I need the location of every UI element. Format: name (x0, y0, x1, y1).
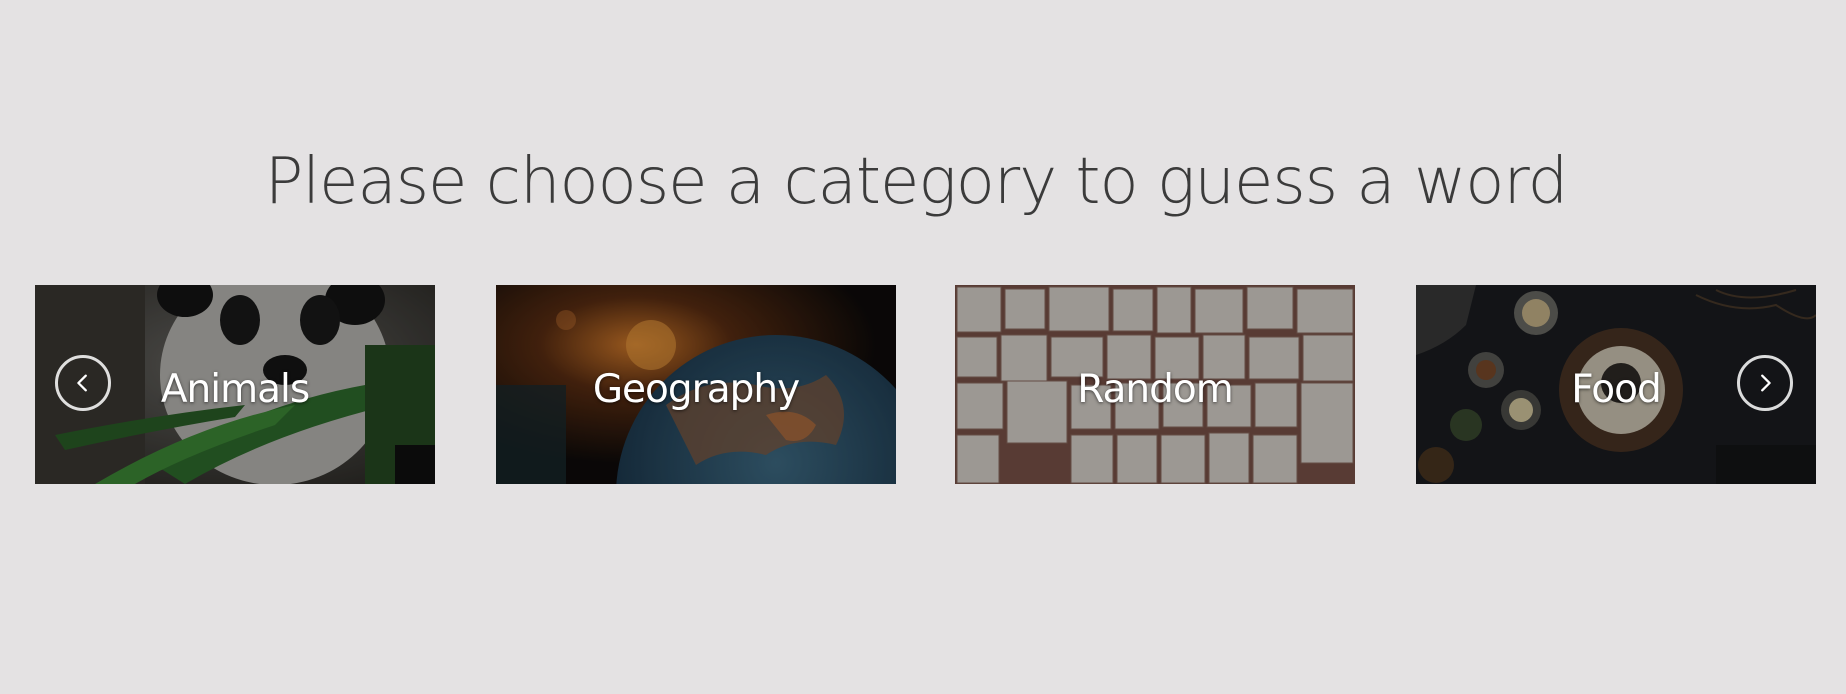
category-page: Please choose a category to guess a word (0, 0, 1846, 694)
category-label: Random (1077, 367, 1233, 412)
category-card-geography[interactable]: Geography (496, 285, 896, 484)
category-label: Geography (592, 367, 800, 412)
carousel-next-button[interactable] (1737, 355, 1793, 411)
chevron-right-icon (1761, 374, 1771, 392)
category-card-random[interactable]: Random (955, 285, 1355, 484)
page-title: Please choose a category to guess a word (264, 145, 1569, 219)
carousel-prev-button[interactable] (55, 355, 111, 411)
chevron-left-icon (77, 374, 87, 392)
